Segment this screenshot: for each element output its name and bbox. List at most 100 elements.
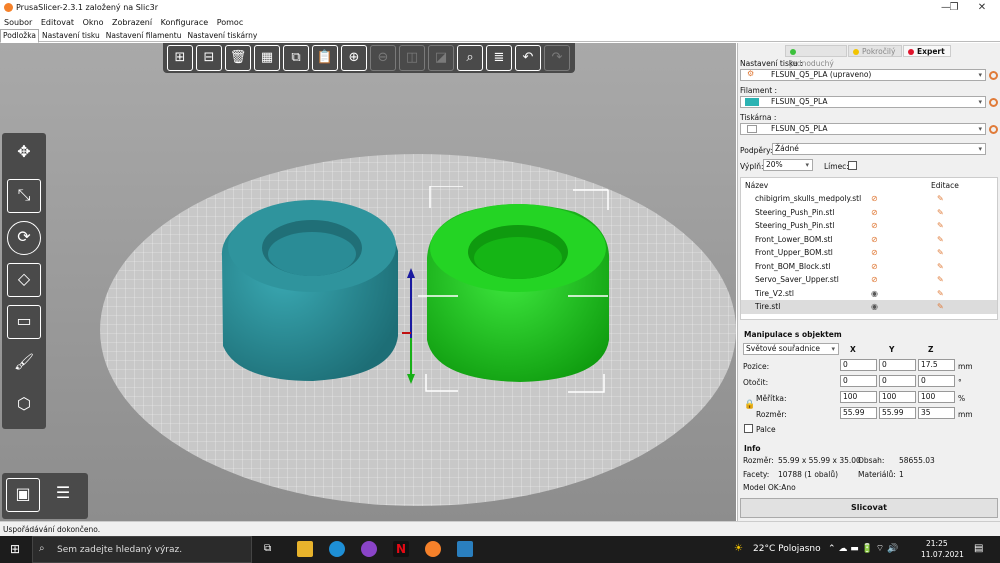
rotation-y-input[interactable]: 0 bbox=[879, 375, 916, 387]
scale-z-input[interactable]: 100 bbox=[918, 391, 955, 403]
printer-edit-icon[interactable] bbox=[989, 125, 998, 134]
close-button[interactable]: ✕ bbox=[968, 1, 996, 15]
brim-checkbox[interactable] bbox=[848, 161, 857, 170]
infill-combo[interactable]: 20% ▾ bbox=[763, 159, 813, 171]
messenger-icon[interactable] bbox=[361, 541, 377, 557]
inches-checkbox[interactable] bbox=[744, 424, 753, 433]
edit-icon[interactable]: ✎ bbox=[937, 192, 944, 206]
move-tool[interactable]: ✥ bbox=[7, 137, 41, 171]
filament-color-swatch[interactable] bbox=[745, 98, 759, 106]
remove-instance-button[interactable]: ⊖ bbox=[370, 45, 396, 71]
task-view-icon[interactable]: ⧉ bbox=[264, 543, 271, 554]
file-explorer-icon[interactable] bbox=[297, 541, 313, 557]
tire-v2-model[interactable] bbox=[218, 196, 418, 386]
list-item[interactable]: Steering_Push_Pin.stl ⊘ ✎ bbox=[741, 219, 997, 233]
clock-time[interactable]: 21:25 bbox=[926, 539, 948, 548]
filament-edit-icon[interactable] bbox=[989, 98, 998, 107]
weather-text[interactable]: 22°C Polojasno bbox=[753, 544, 821, 554]
tab-printer-settings[interactable]: Nastavení tiskárny bbox=[184, 29, 260, 43]
scale-y-input[interactable]: 100 bbox=[879, 391, 916, 403]
copy-button[interactable]: ⧉ bbox=[283, 45, 309, 71]
lock-icon[interactable]: 🔒 bbox=[744, 400, 755, 410]
edit-icon[interactable]: ✎ bbox=[937, 287, 944, 301]
eye-hidden-icon[interactable]: ⊘ bbox=[871, 273, 878, 287]
edit-icon[interactable]: ✎ bbox=[937, 246, 944, 260]
print-settings-combo[interactable]: ⚙ FLSUN_Q5_PLA (upraveno) ▾ bbox=[740, 69, 986, 81]
list-item[interactable]: Tire_V2.stl ◉ ✎ bbox=[741, 287, 997, 301]
windows-start-icon[interactable]: ⊞ bbox=[10, 542, 20, 556]
rotate-tool[interactable]: ⟳ bbox=[7, 221, 41, 255]
eye-visible-icon[interactable]: ◉ bbox=[871, 287, 878, 301]
split-objects-button[interactable]: ◫ bbox=[399, 45, 425, 71]
mode-expert[interactable]: Expert bbox=[903, 45, 951, 57]
photos-icon[interactable] bbox=[457, 541, 473, 557]
menu-configuration[interactable]: Konfigurace bbox=[161, 16, 209, 29]
paste-button[interactable]: 📋 bbox=[312, 45, 338, 71]
rotation-z-input[interactable]: 0 bbox=[918, 375, 955, 387]
3d-view-button[interactable]: ▣ bbox=[6, 478, 40, 512]
layer-editing-button[interactable]: ≣ bbox=[486, 45, 512, 71]
prusaslicer-taskbar-icon[interactable] bbox=[425, 541, 441, 557]
list-item-selected[interactable]: Tire.stl ◉ ✎ bbox=[741, 300, 997, 314]
cut-tool[interactable]: ▭ bbox=[7, 305, 41, 339]
list-item[interactable]: Front_Lower_BOM.stl ⊘ ✎ bbox=[741, 233, 997, 247]
arrange-button[interactable]: ▦ bbox=[254, 45, 280, 71]
eye-hidden-icon[interactable]: ⊘ bbox=[871, 233, 878, 247]
edit-icon[interactable]: ✎ bbox=[937, 260, 944, 274]
add-object-button[interactable]: ⊞ bbox=[167, 45, 193, 71]
list-item[interactable]: chibigrim_skulls_medpoly.stl ⊘ ✎ bbox=[741, 192, 997, 206]
position-y-input[interactable]: 0 bbox=[879, 359, 916, 371]
edge-icon[interactable] bbox=[329, 541, 345, 557]
size-x-input[interactable]: 55.99 bbox=[840, 407, 877, 419]
add-instance-button[interactable]: ⊕ bbox=[341, 45, 367, 71]
scale-tool[interactable]: ⤡ bbox=[7, 179, 41, 213]
netflix-icon[interactable]: N bbox=[393, 541, 409, 557]
tab-print-settings[interactable]: Nastavení tisku bbox=[39, 29, 103, 43]
filament-combo[interactable]: FLSUN_Q5_PLA ▾ bbox=[740, 96, 986, 108]
scale-x-input[interactable]: 100 bbox=[840, 391, 877, 403]
position-z-input[interactable]: 17.5 bbox=[918, 359, 955, 371]
paint-supports-tool[interactable]: 🖌 bbox=[7, 347, 41, 381]
menu-help[interactable]: Pomoc bbox=[217, 16, 244, 29]
supports-combo[interactable]: Žádné ▾ bbox=[772, 143, 986, 155]
taskbar-search[interactable]: ⌕ Sem zadejte hledaný výraz. bbox=[32, 536, 252, 563]
menu-window[interactable]: Okno bbox=[83, 16, 104, 29]
list-item[interactable]: Steering_Push_Pin.stl ⊘ ✎ bbox=[741, 206, 997, 220]
menu-file[interactable]: Soubor bbox=[4, 16, 32, 29]
notifications-icon[interactable]: ▤ bbox=[974, 543, 983, 554]
undo-button[interactable]: ↶ bbox=[515, 45, 541, 71]
edit-icon[interactable]: ✎ bbox=[937, 233, 944, 247]
rotation-x-input[interactable]: 0 bbox=[840, 375, 877, 387]
preview-button[interactable]: ☰ bbox=[46, 478, 80, 512]
edit-icon[interactable]: ✎ bbox=[937, 219, 944, 233]
redo-button[interactable]: ↷ bbox=[544, 45, 570, 71]
mode-advanced[interactable]: Pokročilý bbox=[848, 45, 902, 57]
search-button[interactable]: ⌕ bbox=[457, 45, 483, 71]
eye-hidden-icon[interactable]: ⊘ bbox=[871, 260, 878, 274]
size-z-input[interactable]: 35 bbox=[918, 407, 955, 419]
mode-simple[interactable]: Jednoduchý bbox=[785, 45, 847, 68]
menu-edit[interactable]: Editovat bbox=[41, 16, 74, 29]
clock-date[interactable]: 11.07.2021 bbox=[921, 550, 964, 559]
tray-icons[interactable]: ⌃ ☁ ▬ 🔋 ⌔ 🔊 bbox=[828, 543, 898, 554]
edit-icon[interactable]: ✎ bbox=[937, 273, 944, 287]
print-settings-edit-icon[interactable] bbox=[989, 71, 998, 80]
list-item[interactable]: Front_BOM_Block.stl ⊘ ✎ bbox=[741, 260, 997, 274]
edit-icon[interactable]: ✎ bbox=[937, 206, 944, 220]
eye-hidden-icon[interactable]: ⊘ bbox=[871, 206, 878, 220]
eye-hidden-icon[interactable]: ⊘ bbox=[871, 219, 878, 233]
edit-icon[interactable]: ✎ bbox=[937, 300, 944, 314]
split-parts-button[interactable]: ◪ bbox=[428, 45, 454, 71]
eye-visible-icon[interactable]: ◉ bbox=[871, 300, 878, 314]
eye-hidden-icon[interactable]: ⊘ bbox=[871, 246, 878, 260]
size-y-input[interactable]: 55.99 bbox=[879, 407, 916, 419]
position-x-input[interactable]: 0 bbox=[840, 359, 877, 371]
maximize-button[interactable]: ❐ bbox=[940, 1, 968, 15]
delete-button[interactable]: ⊟ bbox=[196, 45, 222, 71]
coordinate-system-combo[interactable]: Světové souřadnice ▾ bbox=[743, 343, 839, 355]
eye-hidden-icon[interactable]: ⊘ bbox=[871, 192, 878, 206]
menu-view[interactable]: Zobrazení bbox=[112, 16, 152, 29]
slice-button[interactable]: Slicovat bbox=[740, 498, 998, 518]
list-item[interactable]: Servo_Saver_Upper.stl ⊘ ✎ bbox=[741, 273, 997, 287]
printer-combo[interactable]: FLSUN_Q5_PLA ▾ bbox=[740, 123, 986, 135]
